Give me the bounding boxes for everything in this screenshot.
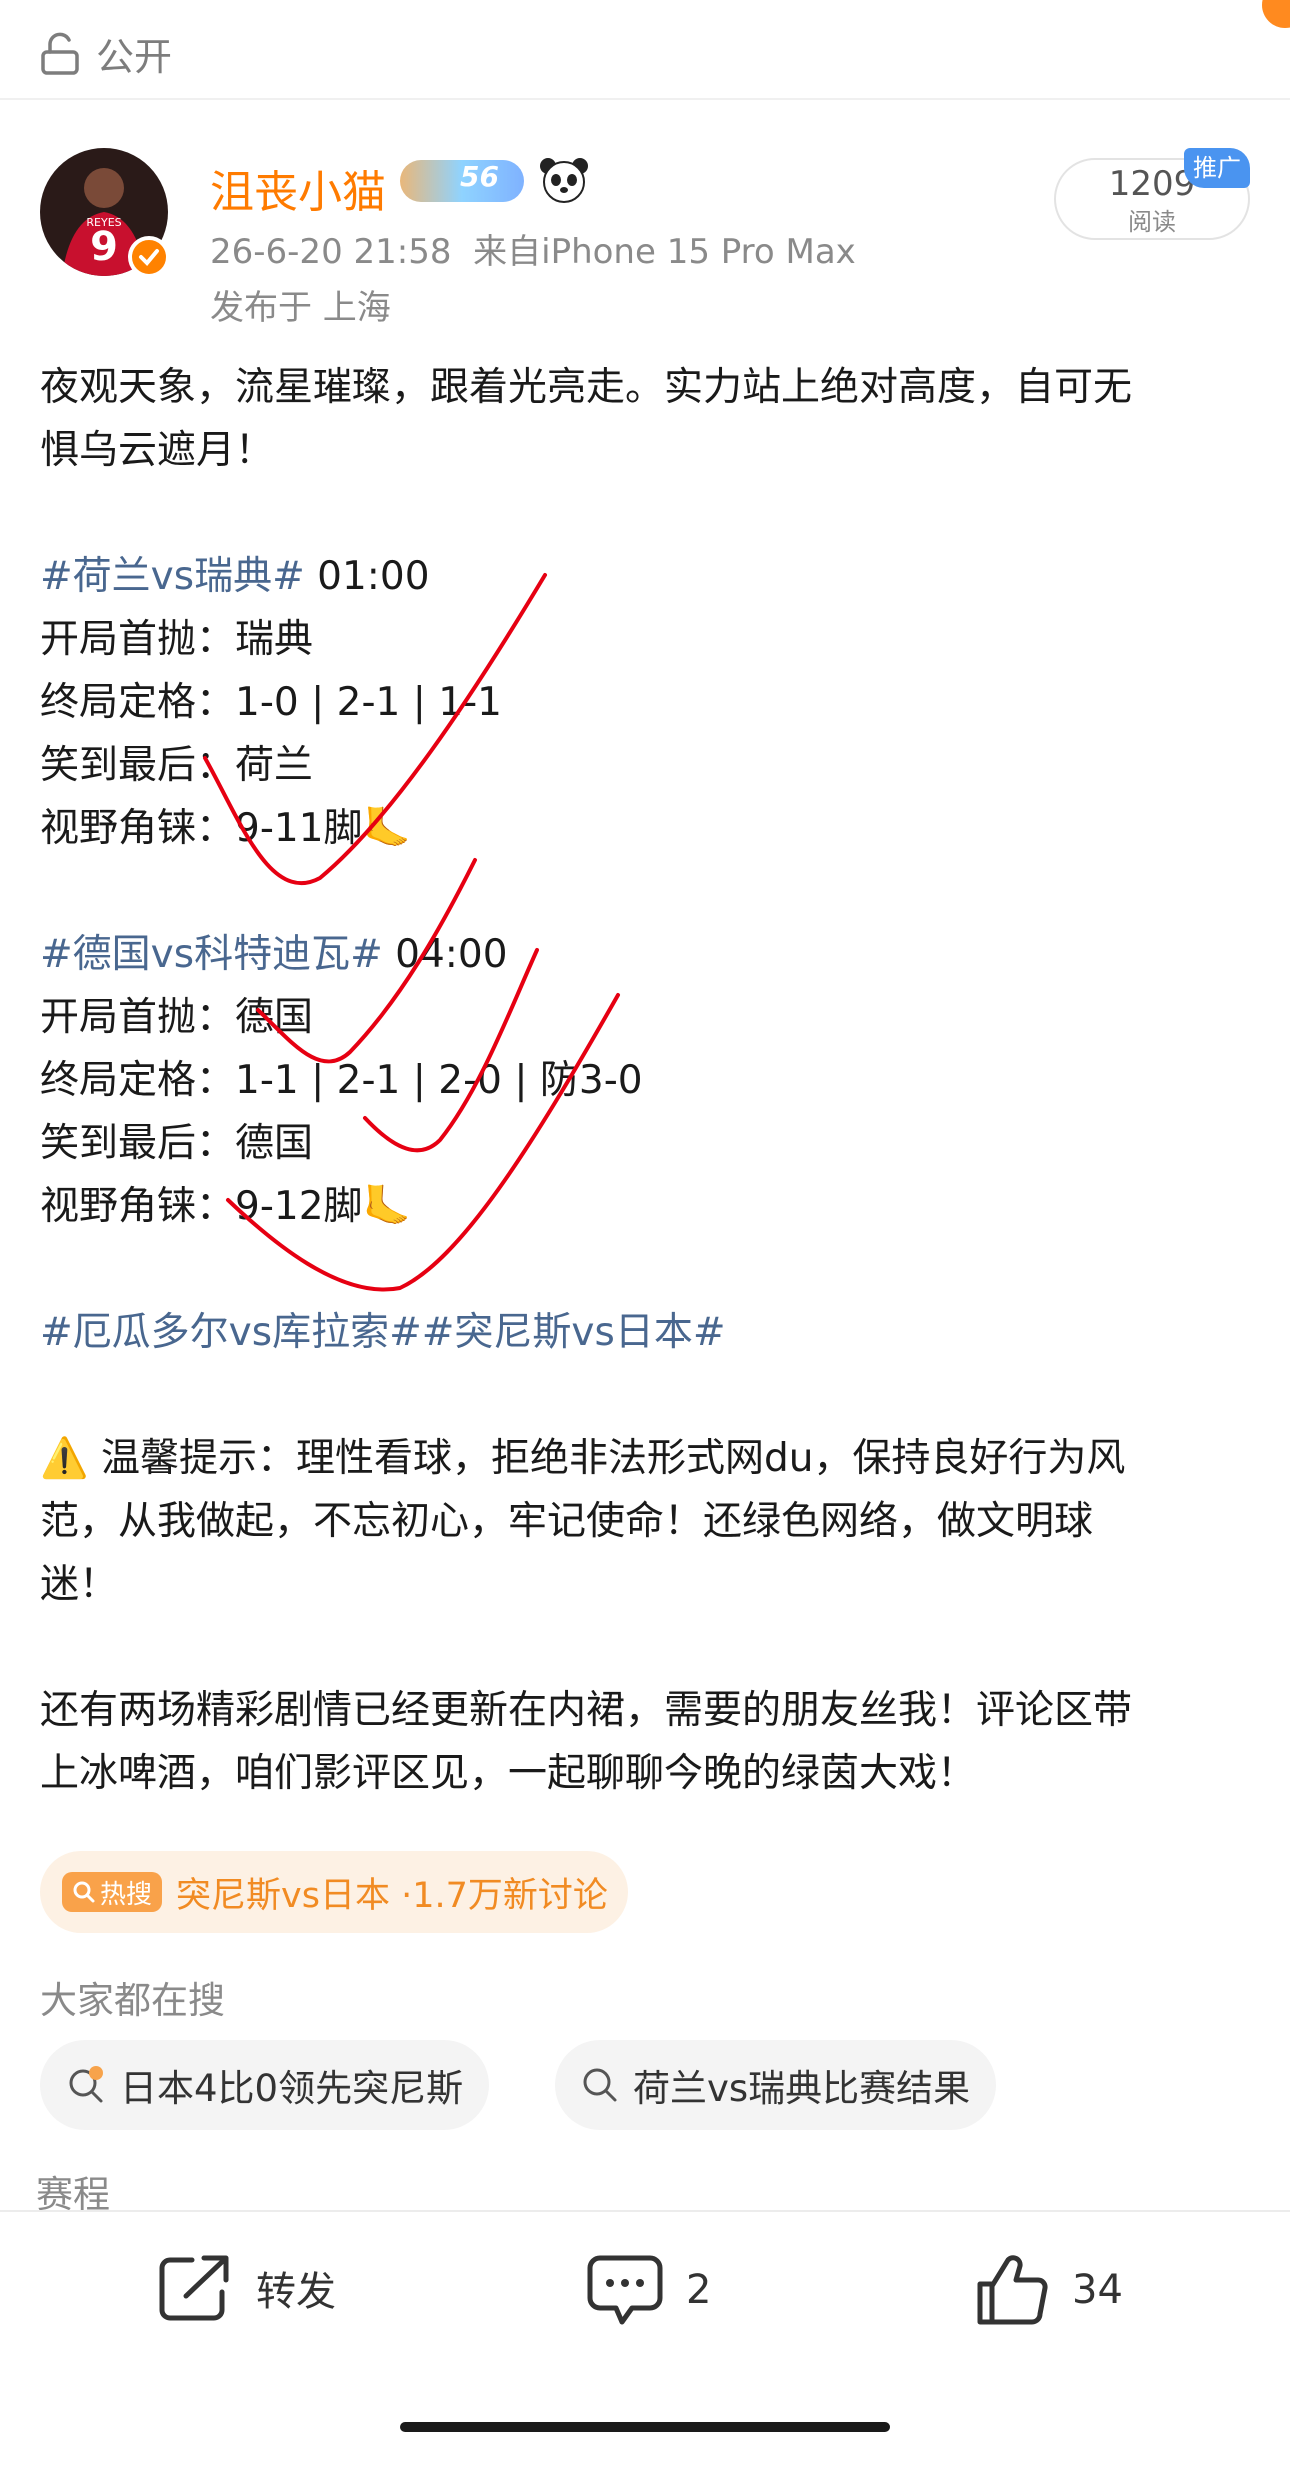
content-line: 上冰啤酒，咱们影评区见，一起聊聊今晚的绿茵大戏！ bbox=[40, 1742, 1250, 1805]
hot-search-text: 突尼斯vs日本 ·1.7万新讨论 bbox=[176, 1875, 608, 1916]
content-text: 上冰啤酒，咱们影评区见，一起聊聊今晚的绿茵大戏！ bbox=[40, 1751, 977, 1796]
content-line: #德国vs科特迪瓦# 04:00 bbox=[40, 923, 1250, 986]
content-line: 开局首抛：瑞典 bbox=[40, 608, 1250, 671]
share-icon bbox=[159, 2255, 229, 2321]
content-line bbox=[40, 482, 1250, 545]
topic-link[interactable]: #德国vs科特迪瓦# bbox=[40, 932, 383, 977]
search-icon bbox=[583, 2068, 617, 2102]
bottom-action-bar: 转发 2 34 bbox=[0, 2210, 1290, 2472]
hot-search-icon bbox=[69, 2066, 103, 2103]
visibility-indicator[interactable]: 公开 bbox=[40, 26, 172, 81]
svg-text:REYES: REYES bbox=[86, 216, 121, 229]
promo-badge[interactable]: 推广 bbox=[1184, 148, 1250, 188]
related-search-chip-1[interactable]: 日本4比0领先突尼斯 bbox=[40, 2040, 490, 2130]
svg-text:9: 9 bbox=[90, 224, 118, 270]
visibility-label: 公开 bbox=[96, 35, 173, 79]
content-text: 视野角铼：9-12脚🦶 bbox=[40, 1184, 412, 1229]
content-line bbox=[40, 1616, 1250, 1679]
related-search-label: 大家都在搜 bbox=[40, 1979, 225, 2022]
post-content: 夜观天象，流星璀璨，跟着光亮走。实力站上绝对高度，自可无 惧乌云遮月！ #荷兰vs瑞… bbox=[40, 356, 1250, 1805]
comment-icon bbox=[587, 2255, 663, 2325]
username[interactable]: 沮丧小猫 bbox=[210, 156, 386, 220]
post-source: 来自iPhone 15 Pro Max bbox=[473, 232, 856, 272]
content-text: 还有两场精彩剧情已经更新在内裙，需要的朋友丝我！评论区带 bbox=[40, 1688, 1133, 1733]
content-line: 开局首抛：德国 bbox=[40, 986, 1250, 1049]
verified-badge-icon bbox=[128, 236, 170, 278]
related-search-chip-2[interactable]: 荷兰vs瑞典比赛结果 bbox=[555, 2040, 997, 2130]
content-line: 笑到最后：德国 bbox=[40, 1112, 1250, 1175]
content-line: 还有两场精彩剧情已经更新在内裙，需要的朋友丝我！评论区带 bbox=[40, 1679, 1250, 1742]
topic-link[interactable]: #荷兰vs瑞典# bbox=[40, 554, 305, 599]
content-text: 视野角铼：9-11脚🦶 bbox=[40, 806, 412, 851]
read-label: 阅读 bbox=[1128, 208, 1176, 236]
like-count: 34 bbox=[1072, 2267, 1123, 2313]
content-line: 夜观天象，流星璀璨，跟着光亮走。实力站上绝对高度，自可无 bbox=[40, 356, 1250, 419]
post-timestamp: 26-6-20 21:58 bbox=[210, 232, 452, 272]
content-text: 惧乌云遮月！ bbox=[40, 428, 275, 473]
content-line bbox=[40, 1364, 1250, 1427]
post-header: 9 REYES 沮丧小猫 56 26-6-20 21:58 来自iPhone 1… bbox=[40, 148, 1250, 328]
content-text: 迷！ bbox=[40, 1562, 119, 1607]
comment-button[interactable]: 2 bbox=[586, 2252, 711, 2328]
content-text: 01:00 bbox=[304, 554, 430, 599]
hot-search-tag: 热搜 bbox=[62, 1872, 163, 1912]
hot-search-chip[interactable]: 热搜 突尼斯vs日本 ·1.7万新讨论 bbox=[40, 1851, 628, 1933]
comment-count: 2 bbox=[686, 2267, 712, 2313]
top-bar: 公开 bbox=[0, 0, 1290, 100]
search-icon bbox=[73, 1881, 95, 1903]
hot-search-tag-label: 热搜 bbox=[100, 1879, 153, 1910]
content-line: 迷！ bbox=[40, 1553, 1250, 1616]
corner-dot bbox=[1262, 0, 1290, 28]
home-indicator bbox=[400, 2422, 890, 2432]
content-line: 视野角铼：9-11脚🦶 bbox=[40, 797, 1250, 860]
content-line bbox=[40, 860, 1250, 923]
content-line: 笑到最后：荷兰 bbox=[40, 734, 1250, 797]
related-search-text-2: 荷兰vs瑞典比赛结果 bbox=[633, 2067, 971, 2110]
post-meta: 26-6-20 21:58 来自iPhone 15 Pro Max bbox=[210, 224, 856, 273]
content-line: 终局定格：1-0 | 2-1 | 1-1 bbox=[40, 671, 1250, 734]
content-line: 终局定格：1-1 | 2-1 | 2-0 | 防3-0 bbox=[40, 1049, 1250, 1112]
like-button[interactable]: 34 bbox=[974, 2252, 1123, 2328]
content-line bbox=[40, 1238, 1250, 1301]
level-number: 56 bbox=[460, 160, 499, 193]
content-text: 范，从我做起，不忘初心，牢记使命！还绿色网络，做文明球 bbox=[40, 1499, 1094, 1544]
lock-open-icon bbox=[41, 32, 79, 75]
content-line: 范，从我做起，不忘初心，牢记使命！还绿色网络，做文明球 bbox=[40, 1490, 1250, 1553]
content-text: 终局定格：1-1 | 2-1 | 2-0 | 防3-0 bbox=[40, 1058, 643, 1103]
content-line: #荷兰vs瑞典# 01:00 bbox=[40, 545, 1250, 608]
content-line: 惧乌云遮月！ bbox=[40, 419, 1250, 482]
content-line: #厄瓜多尔vs库拉索##突尼斯vs日本# bbox=[40, 1301, 1250, 1364]
content-text: 夜观天象，流星璀璨，跟着光亮走。实力站上绝对高度，自可无 bbox=[40, 365, 1133, 410]
content-text: ⚠️ 温馨提示：理性看球，拒绝非法形式网du，保持良好行为风 bbox=[40, 1436, 1126, 1481]
content-text: 开局首抛：德国 bbox=[40, 995, 314, 1040]
post-location: 发布于 上海 bbox=[210, 288, 391, 328]
thumbs-up-icon bbox=[977, 2255, 1048, 2325]
content-text: 04:00 bbox=[382, 932, 508, 977]
panda-icon bbox=[538, 154, 590, 206]
topic-link[interactable]: #厄瓜多尔vs库拉索##突尼斯vs日本# bbox=[40, 1310, 726, 1355]
content-text: 终局定格：1-0 | 2-1 | 1-1 bbox=[40, 680, 502, 725]
repost-button[interactable]: 转发 bbox=[156, 2252, 336, 2324]
content-text: 笑到最后：德国 bbox=[40, 1121, 314, 1166]
content-line: ⚠️ 温馨提示：理性看球，拒绝非法形式网du，保持良好行为风 bbox=[40, 1427, 1250, 1490]
content-text: 笑到最后：荷兰 bbox=[40, 743, 314, 788]
content-line: 视野角铼：9-12脚🦶 bbox=[40, 1175, 1250, 1238]
repost-label: 转发 bbox=[256, 2269, 336, 2315]
related-search-text-1: 日本4比0领先突尼斯 bbox=[120, 2067, 464, 2110]
content-text: 开局首抛：瑞典 bbox=[40, 617, 314, 662]
